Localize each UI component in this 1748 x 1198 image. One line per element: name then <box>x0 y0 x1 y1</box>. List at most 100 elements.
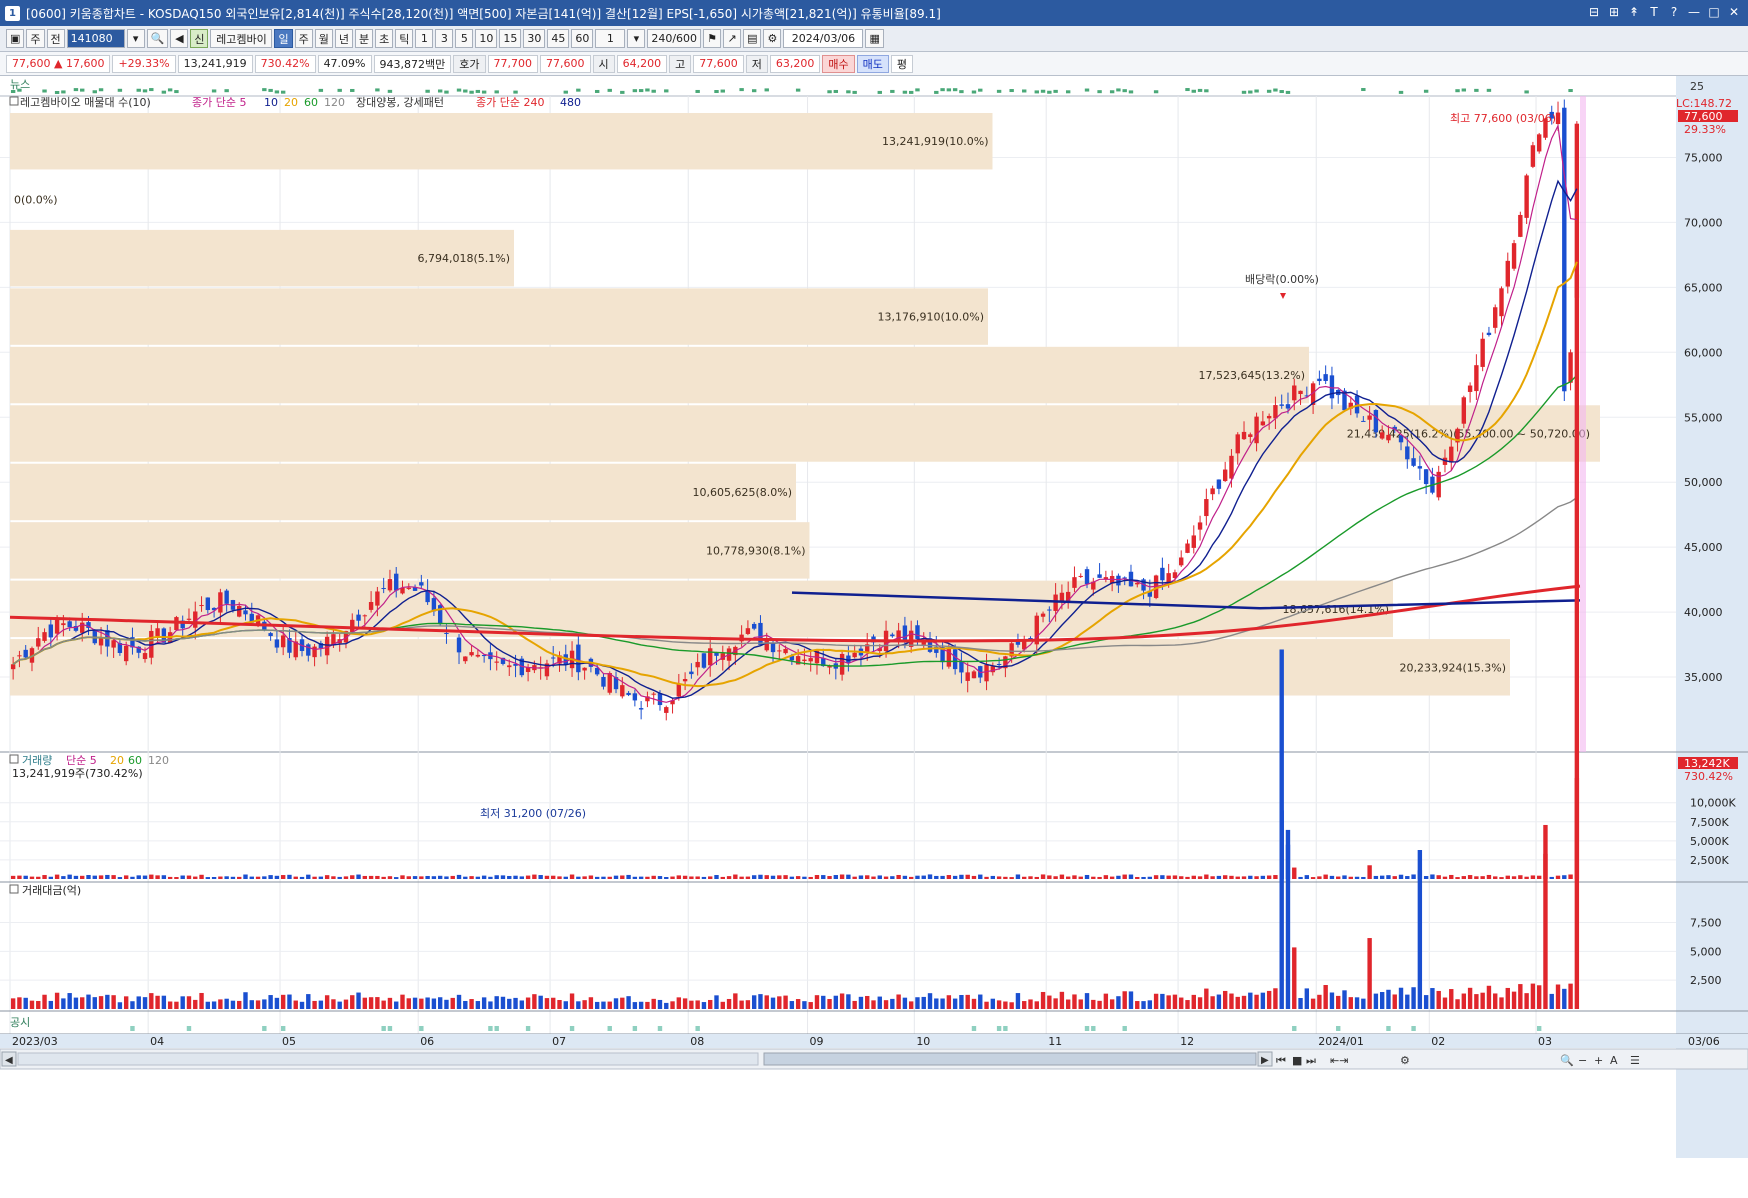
text-tool-icon[interactable]: A <box>1610 1054 1618 1067</box>
interval-60-button[interactable]: 60 <box>571 29 594 48</box>
volume-legend-ma5[interactable]: 단순 5 <box>66 754 97 767</box>
amount-bar <box>73 997 79 1009</box>
interval-45-button[interactable]: 45 <box>547 29 570 48</box>
period-week-button[interactable]: 주 <box>294 29 313 48</box>
volume-legend-ma20[interactable]: 20 <box>110 754 124 767</box>
amount-bar <box>1204 988 1209 1009</box>
prev-button[interactable]: 전 <box>46 29 65 48</box>
stop-icon[interactable]: ■ <box>1292 1054 1302 1067</box>
volume-bar <box>400 875 405 879</box>
amount-bar <box>92 997 97 1009</box>
legend-pattern[interactable]: 장대양봉, 강세패턴 <box>356 96 444 109</box>
legend-ma60[interactable]: 60 <box>304 96 318 109</box>
legend-volume-profile[interactable]: 레고켐바이오 매물대 수(10) <box>20 96 151 109</box>
period-month-button[interactable]: 월 <box>314 29 333 48</box>
pin-icon[interactable]: ↟ <box>1626 4 1642 20</box>
settings-icon[interactable]: ⚙ <box>763 29 782 48</box>
volume-legend-title[interactable]: 거래량 <box>22 754 52 767</box>
candle <box>1135 582 1140 585</box>
volume-bar <box>123 875 129 879</box>
stock-code-input[interactable]: 141080 <box>66 29 125 48</box>
disclosure-mark <box>1411 1026 1416 1031</box>
period-year-button[interactable]: 년 <box>334 29 353 48</box>
period-tick-button[interactable]: 틱 <box>395 29 414 48</box>
sell-button[interactable]: 매도 <box>856 54 889 73</box>
x-axis-label: 04 <box>150 1035 164 1048</box>
date-input[interactable]: 2024/03/06 <box>783 29 864 48</box>
interval-5-button[interactable]: 5 <box>455 29 474 48</box>
close-icon[interactable]: ✕ <box>1726 4 1742 20</box>
price-tick-label: 75,000 <box>1684 151 1723 164</box>
candle <box>1273 405 1278 419</box>
minimize-icon[interactable]: — <box>1686 4 1702 20</box>
amount-bar <box>1430 988 1435 1009</box>
amount-bar <box>488 1001 493 1009</box>
count-dropdown-icon[interactable]: ▾ <box>627 29 646 48</box>
calendar-icon[interactable]: ▦ <box>865 29 884 48</box>
split-icon[interactable]: ⊞ <box>1606 4 1622 20</box>
first-page-icon[interactable]: ⏮ <box>1276 1054 1286 1067</box>
legend-ma5[interactable]: 종가 단순 5 <box>192 96 246 109</box>
stock-chart[interactable]: 뉴스 25 13,241,919(10.0%)0(0.0%)6,794,018(… <box>0 76 1748 1195</box>
news-bar <box>739 88 744 92</box>
amount-bar <box>1185 1000 1190 1009</box>
news-bar <box>1461 88 1467 92</box>
interval-3-button[interactable]: 3 <box>435 29 454 48</box>
window-number[interactable]: 1 <box>5 5 20 21</box>
volume-bar <box>1116 875 1121 879</box>
indicator-icon[interactable]: ⚑ <box>703 29 722 48</box>
new-listing-badge[interactable]: 신 <box>190 29 209 48</box>
count-input[interactable]: 1 <box>595 29 626 48</box>
zoom-out-icon[interactable]: − <box>1578 1054 1587 1067</box>
market-type-select[interactable]: 주 <box>26 29 45 48</box>
search-icon[interactable]: 🔍 <box>146 29 169 48</box>
volume-bar <box>689 876 694 879</box>
zoom-in-icon[interactable]: + <box>1594 1054 1603 1067</box>
legend-ma480[interactable]: 480 <box>560 96 581 109</box>
interval-10-button[interactable]: 10 <box>475 29 498 48</box>
zoom-icon[interactable]: 🔍 <box>1560 1053 1574 1067</box>
news-bar <box>833 89 839 93</box>
period-second-button[interactable]: 초 <box>375 29 394 48</box>
legend-ma20[interactable]: 20 <box>284 96 298 109</box>
news-bar <box>1248 90 1253 94</box>
interval-15-button[interactable]: 15 <box>499 29 522 48</box>
candle <box>1511 243 1517 269</box>
interval-1-button[interactable]: 1 <box>415 29 434 48</box>
period-minute-button[interactable]: 분 <box>354 29 374 48</box>
legend-ma10[interactable]: 10 <box>264 96 278 109</box>
candle <box>664 707 669 713</box>
amount-bar <box>42 994 47 1009</box>
horizontal-scrollbar[interactable] <box>17 1052 759 1066</box>
chart-tools-icon[interactable]: ⚙ <box>1400 1054 1410 1067</box>
amount-legend-title[interactable]: 거래대금(억) <box>22 884 81 897</box>
buy-button[interactable]: 매수 <box>822 54 855 73</box>
eval-button[interactable]: 평 <box>890 54 913 73</box>
compress-icon[interactable]: ⇤⇥ <box>1330 1054 1348 1067</box>
dropdown-arrow-icon[interactable]: ▾ <box>126 29 145 48</box>
save-icon[interactable]: ▤ <box>743 29 762 48</box>
layout-list-icon[interactable]: ☰ <box>1630 1054 1640 1067</box>
link-icon[interactable]: ⊟ <box>1586 4 1602 20</box>
maximize-icon[interactable]: □ <box>1706 4 1722 20</box>
range-field[interactable]: 240/600 <box>647 29 702 48</box>
sound-icon[interactable]: ◀ <box>170 29 189 48</box>
volume-legend-ma120[interactable]: 120 <box>148 754 169 767</box>
disclosure-mark <box>996 1026 1002 1031</box>
volume-legend-ma60[interactable]: 60 <box>128 754 142 767</box>
news-bar <box>1524 90 1529 94</box>
help-icon[interactable]: ? <box>1666 4 1682 20</box>
news-bar <box>136 88 141 92</box>
layout-icon[interactable]: ▣ <box>6 29 25 48</box>
font-icon[interactable]: T <box>1646 4 1662 20</box>
interval-30-button[interactable]: 30 <box>523 29 546 48</box>
legend-ma240[interactable]: 종가 단순 240 <box>476 96 544 109</box>
legend-ma120[interactable]: 120 <box>324 96 345 109</box>
scrollbar-thumb[interactable] <box>763 1052 1257 1066</box>
draw-tool-icon[interactable]: ↗ <box>723 29 742 48</box>
last-page-icon[interactable]: ⏭ <box>1306 1054 1316 1067</box>
news-bar <box>174 90 179 94</box>
candle <box>1386 434 1391 441</box>
period-day-button[interactable]: 일 <box>274 29 293 48</box>
chart-area[interactable]: 뉴스 25 13,241,919(10.0%) 0(0.0%) 6,794,018(… <box>0 76 1748 1195</box>
